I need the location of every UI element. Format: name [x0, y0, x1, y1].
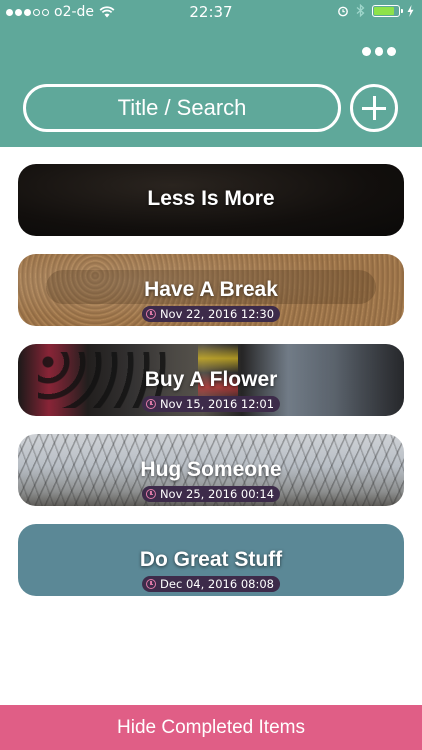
ellipsis-icon[interactable]	[362, 44, 397, 58]
alarm-icon	[338, 6, 348, 16]
status-bar: o2-de 22:37	[0, 0, 422, 24]
due-date-text: Nov 22, 2016 12:30	[159, 307, 275, 321]
hide-completed-button[interactable]: Hide Completed Items	[0, 705, 422, 750]
item-title: Hug Someone	[140, 458, 282, 481]
list-item[interactable]: Less Is More	[18, 164, 404, 236]
item-title: Have A Break	[144, 278, 278, 301]
search-input[interactable]	[23, 84, 341, 132]
due-date-badge: Nov 22, 2016 12:30	[141, 306, 281, 322]
bluetooth-icon	[356, 4, 365, 17]
due-date-badge: Dec 04, 2016 08:08	[142, 576, 280, 592]
due-date-text: Nov 15, 2016 12:01	[159, 397, 275, 411]
clock-icon	[146, 579, 157, 589]
due-date-badge: Nov 25, 2016 00:14	[141, 486, 281, 502]
app-header: o2-de 22:37	[0, 0, 422, 147]
clock-icon	[145, 309, 156, 319]
list-item[interactable]: Hug Someone Nov 25, 2016 00:14	[18, 434, 404, 506]
list-item[interactable]: Do Great Stuff Dec 04, 2016 08:08	[18, 524, 404, 596]
plus-circle-icon[interactable]	[350, 84, 398, 132]
item-title: Less Is More	[147, 187, 275, 210]
due-date-text: Nov 25, 2016 00:14	[159, 487, 275, 501]
list-item[interactable]: Have A Break Nov 22, 2016 12:30	[18, 254, 404, 326]
battery-icon	[372, 4, 403, 17]
item-title: Buy A Flower	[144, 368, 278, 391]
charging-bolt-icon	[407, 4, 414, 17]
status-right	[337, 4, 414, 17]
item-title: Do Great Stuff	[139, 548, 283, 571]
due-date-text: Dec 04, 2016 08:08	[160, 577, 274, 591]
due-date-badge: Nov 15, 2016 12:01	[141, 396, 281, 412]
clock-icon	[145, 489, 156, 499]
list-item[interactable]: Buy A Flower Nov 15, 2016 12:01	[18, 344, 404, 416]
clock-icon	[145, 399, 156, 409]
